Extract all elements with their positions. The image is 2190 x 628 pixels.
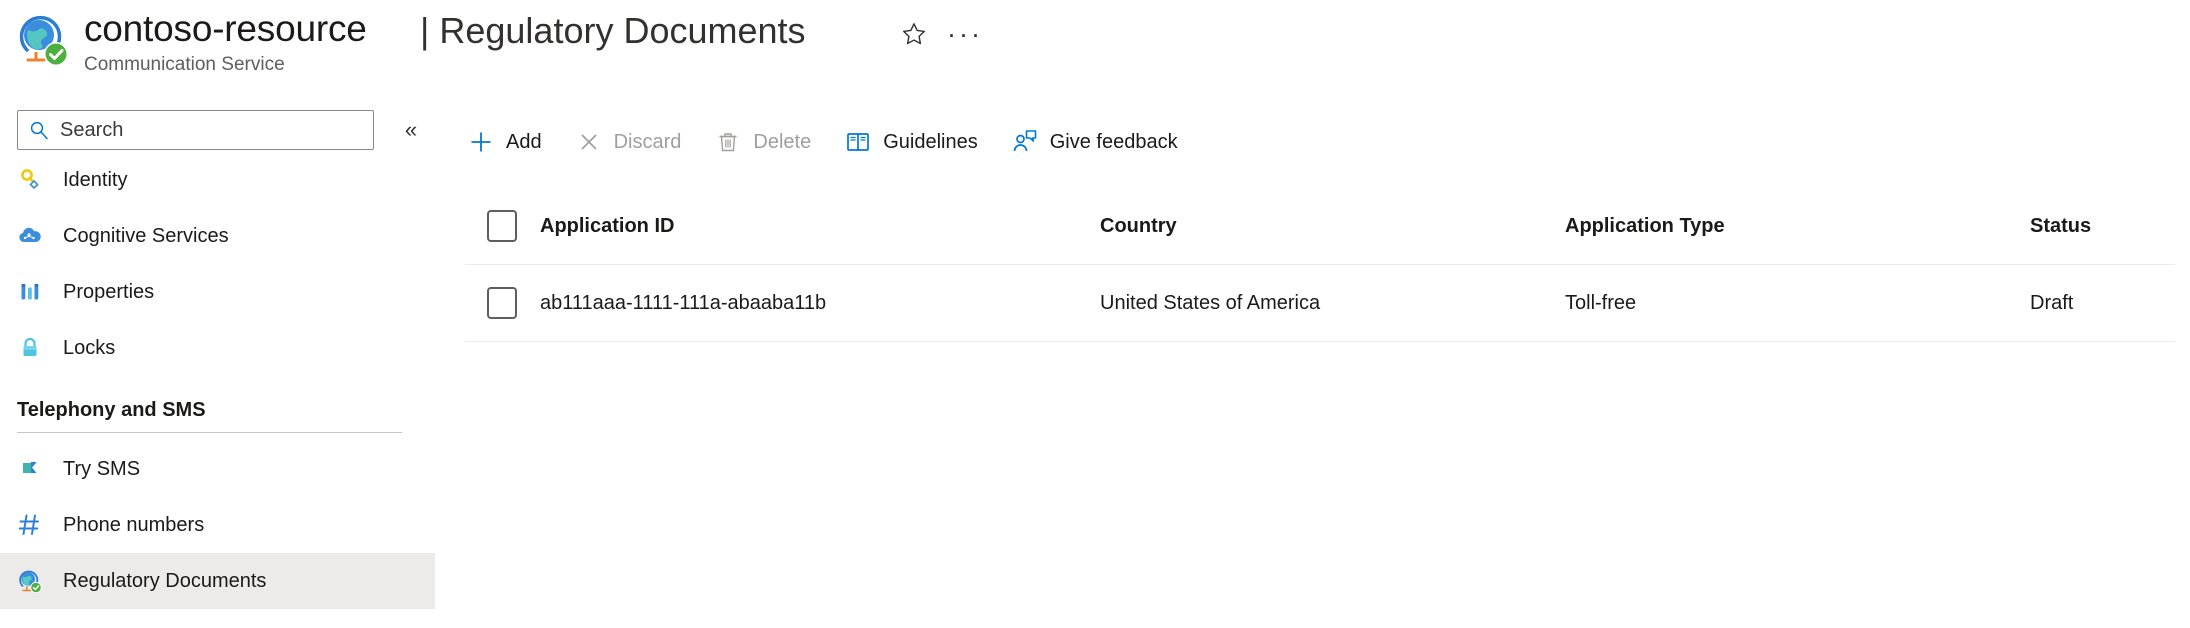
delete-button-label: Delete — [753, 130, 812, 153]
resource-name: contoso-resource — [84, 8, 367, 49]
azure-portal-page: contoso-resource Communication Service |… — [0, 0, 2190, 628]
column-header-application-type[interactable]: Application Type — [1565, 215, 2030, 238]
regulatory-documents-table: Application ID Country Application Type … — [465, 188, 2175, 342]
ellipsis-icon[interactable]: ··· — [945, 17, 985, 51]
select-all-checkbox[interactable] — [487, 210, 517, 242]
sidebar-item-label: Phone numbers — [63, 513, 205, 536]
discard-button[interactable]: Discard — [570, 120, 696, 164]
hash-icon — [17, 512, 43, 538]
sidebar-item-properties[interactable]: Properties — [0, 264, 435, 320]
search-box[interactable] — [17, 110, 374, 150]
sidebar-item-phone-numbers[interactable]: Phone numbers — [0, 497, 435, 553]
cell-status: Draft — [2030, 291, 2074, 314]
plus-icon — [466, 127, 496, 157]
sidebar-item-cognitive-services[interactable]: Cognitive Services — [0, 208, 435, 264]
feedback-icon — [1010, 127, 1040, 157]
bars-icon — [17, 279, 43, 305]
cell-country: United States of America — [1100, 291, 1321, 314]
cloud-ai-icon — [17, 223, 43, 249]
table-row[interactable]: ab111aaa-1111-111a-abaaba11b United Stat… — [465, 264, 2175, 342]
sidebar: « Identity — [0, 100, 440, 628]
page-title: | Regulatory Documents — [420, 10, 806, 52]
globe-check-icon — [14, 10, 72, 68]
sidebar-nav: Identity Cognitive Services Properties L… — [0, 152, 440, 609]
search-icon — [28, 119, 50, 141]
sidebar-divider — [17, 432, 402, 433]
give-feedback-button-label: Give feedback — [1049, 130, 1178, 153]
sidebar-item-locks[interactable]: Locks — [0, 320, 435, 376]
resource-subtitle: Communication Service — [84, 54, 285, 75]
star-icon[interactable] — [897, 17, 931, 51]
sidebar-item-label: Properties — [63, 280, 155, 303]
chevron-double-left-icon[interactable]: « — [395, 114, 427, 146]
discard-button-label: Discard — [613, 130, 682, 153]
search-input[interactable] — [60, 118, 350, 142]
guidelines-button[interactable]: Guidelines — [839, 120, 992, 164]
globe-check-icon — [17, 568, 43, 594]
sidebar-item-label: Cognitive Services — [63, 224, 229, 247]
column-header-status[interactable]: Status — [2030, 215, 2170, 238]
row-checkbox[interactable] — [487, 287, 517, 319]
sidebar-item-label: Locks — [63, 336, 116, 359]
sidebar-item-try-sms[interactable]: Try SMS — [0, 441, 435, 497]
trash-icon — [713, 127, 743, 157]
give-feedback-button[interactable]: Give feedback — [1006, 120, 1192, 164]
add-button[interactable]: Add — [462, 120, 556, 164]
command-toolbar: Add Discard Delete Guidelines Give feedb… — [462, 118, 1206, 166]
sidebar-item-label: Try SMS — [63, 457, 141, 480]
page-title-text: Regulatory Documents — [439, 10, 806, 51]
row-select-cell — [465, 287, 540, 319]
sidebar-group-title: Telephony and SMS — [17, 398, 206, 421]
cell-application-id: ab111aaa-1111-111a-abaaba11b — [540, 291, 827, 314]
add-button-label: Add — [506, 130, 542, 153]
page-header: contoso-resource Communication Service |… — [0, 0, 2190, 95]
delete-button[interactable]: Delete — [709, 120, 825, 164]
column-header-application-id[interactable]: Application ID — [540, 215, 1100, 238]
sidebar-item-identity[interactable]: Identity — [0, 152, 435, 208]
book-icon — [843, 127, 873, 157]
title-separator: | — [420, 10, 430, 51]
key-icon — [17, 167, 43, 193]
search-container — [17, 110, 374, 150]
sidebar-item-regulatory-documents[interactable]: Regulatory Documents — [0, 553, 435, 609]
cross-icon — [574, 127, 604, 157]
cell-application-type: Toll-free — [1565, 291, 1637, 314]
sidebar-item-label: Identity — [63, 168, 128, 191]
table-header-row: Application ID Country Application Type … — [465, 188, 2175, 264]
guidelines-button-label: Guidelines — [883, 130, 978, 153]
main-content: Add Discard Delete Guidelines Give feedb… — [440, 100, 2190, 628]
column-header-country[interactable]: Country — [1100, 215, 1565, 238]
flag-icon — [17, 456, 43, 482]
lock-icon — [17, 335, 43, 361]
select-all-cell — [465, 210, 540, 242]
sidebar-item-label: Regulatory Documents — [63, 569, 267, 592]
